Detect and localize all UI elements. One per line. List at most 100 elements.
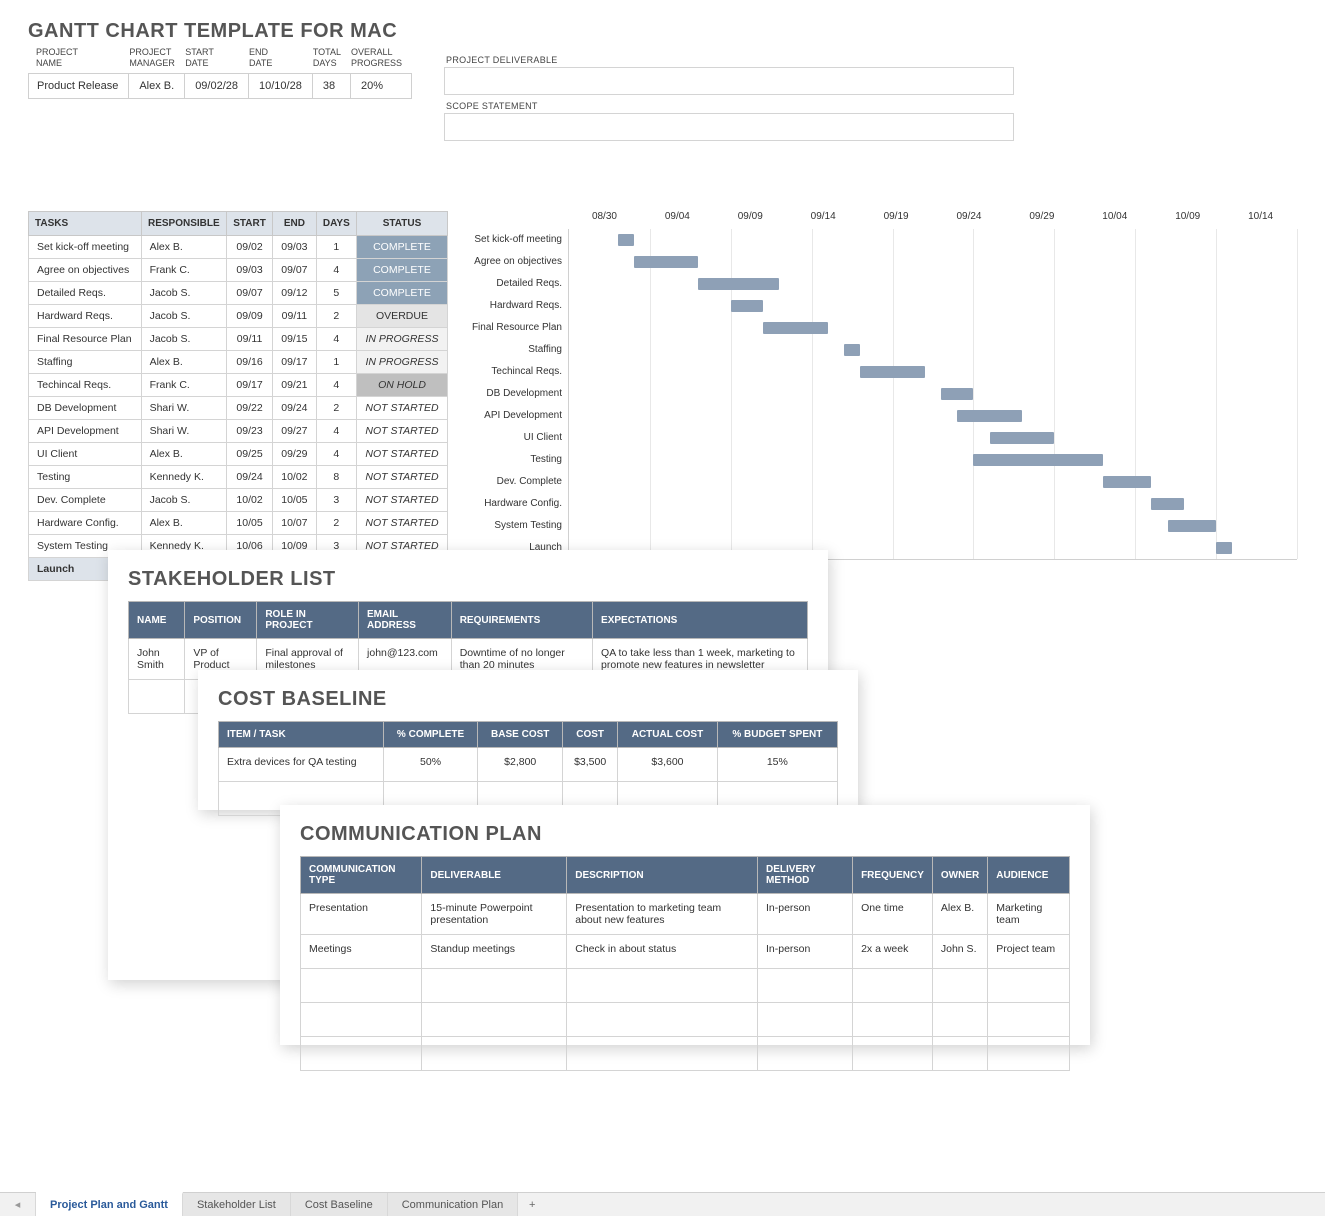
gantt-row-label: Final Resource Plan	[468, 317, 568, 339]
col-header: AUDIENCE	[988, 857, 1070, 894]
table-row[interactable]	[301, 1037, 1070, 1071]
table-row[interactable]: Hardward Reqs.Jacob S.09/0909/112OVERDUE	[29, 305, 448, 328]
cost-card: COST BASELINE ITEM / TASK% COMPLETEBASE …	[198, 670, 858, 810]
gantt-bar	[731, 300, 763, 312]
summary-cell[interactable]: Product Release	[28, 73, 129, 99]
comm-table: COMMUNICATION TYPEDELIVERABLEDESCRIPTION…	[300, 856, 1070, 1071]
col-header: ROLE IN PROJECT	[257, 602, 359, 639]
col-header: DELIVERABLE	[422, 857, 567, 894]
sheet-tabs: ◂ Project Plan and GanttStakeholder List…	[0, 1192, 1325, 1216]
gantt-bar	[990, 432, 1055, 444]
table-row[interactable]: Extra devices for QA testing50%$2,800$3,…	[219, 748, 838, 782]
col-header: DELIVERY METHOD	[758, 857, 853, 894]
col-header: FREQUENCY	[853, 857, 933, 894]
gantt-row	[569, 229, 1297, 251]
table-row[interactable]: Set kick-off meetingAlex B.09/0209/031CO…	[29, 236, 448, 259]
col-header: EXPECTATIONS	[593, 602, 808, 639]
table-row[interactable]: TestingKennedy K.09/2410/028NOT STARTED	[29, 466, 448, 489]
scope-label: SCOPE STATEMENT	[446, 101, 1297, 111]
timeline-tick: 10/09	[1151, 211, 1224, 229]
col-header: ITEM / TASK	[219, 722, 384, 748]
gantt-bar	[1103, 476, 1152, 488]
timeline-tick: 10/14	[1224, 211, 1297, 229]
table-row[interactable]: Techincal Reqs.Frank C.09/1709/214ON HOL…	[29, 374, 448, 397]
task-header: TASKS	[29, 212, 142, 236]
table-row[interactable]: Agree on objectivesFrank C.09/0309/074CO…	[29, 259, 448, 282]
gantt-bar	[957, 410, 1022, 422]
table-row[interactable]	[301, 969, 1070, 1003]
timeline-tick: 09/24	[933, 211, 1006, 229]
comm-title: COMMUNICATION PLAN	[300, 823, 1070, 846]
gantt-bar	[1168, 520, 1217, 532]
gantt-row	[569, 471, 1297, 493]
gantt-row	[569, 317, 1297, 339]
task-header: STATUS	[356, 212, 447, 236]
gantt-bar	[618, 234, 634, 246]
gantt-row-label: Hardware Config.	[468, 493, 568, 515]
cost-title: COST BASELINE	[218, 688, 838, 711]
timeline-tick: 10/04	[1078, 211, 1151, 229]
gantt-row-label: Set kick-off meeting	[468, 229, 568, 251]
add-sheet-button[interactable]: +	[518, 1193, 546, 1216]
table-row[interactable]: MeetingsStandup meetingsCheck in about s…	[301, 935, 1070, 969]
table-row[interactable]: Final Resource PlanJacob S.09/1109/154IN…	[29, 328, 448, 351]
summary-cell[interactable]: Alex B.	[129, 73, 185, 99]
sheet-tab[interactable]: Communication Plan	[388, 1193, 519, 1216]
timeline-tick: 09/04	[641, 211, 714, 229]
task-header: END	[273, 212, 317, 236]
summary-cell[interactable]: 10/10/28	[249, 73, 313, 99]
gantt-row	[569, 427, 1297, 449]
col-header: BASE COST	[478, 722, 563, 748]
col-header: COST	[563, 722, 618, 748]
gantt-row	[569, 405, 1297, 427]
deliverable-input[interactable]	[444, 67, 1014, 95]
gantt-row-label: Agree on objectives	[468, 251, 568, 273]
gantt-bar	[844, 344, 860, 356]
gantt-bar	[698, 278, 779, 290]
summary-cell[interactable]: 09/02/28	[185, 73, 249, 99]
gantt-row	[569, 295, 1297, 317]
col-header: REQUIREMENTS	[451, 602, 592, 639]
gantt-bar	[860, 366, 925, 378]
table-row[interactable]: UI ClientAlex B.09/2509/294NOT STARTED	[29, 443, 448, 466]
sheet-tab[interactable]: Cost Baseline	[291, 1193, 388, 1216]
col-header: POSITION	[185, 602, 257, 639]
gantt-chart: 08/3009/0409/0909/1409/1909/2409/2910/04…	[468, 211, 1297, 581]
summary-header: OVERALLPROGRESS	[351, 49, 412, 73]
col-header: NAME	[129, 602, 185, 639]
scope-input[interactable]	[444, 113, 1014, 141]
summary-header: PROJECTNAME	[28, 49, 129, 73]
col-header: % BUDGET SPENT	[717, 722, 837, 748]
col-header: EMAIL ADDRESS	[359, 602, 452, 639]
gantt-row	[569, 273, 1297, 295]
summary-cell[interactable]: 20%	[351, 73, 412, 99]
task-table: TASKSRESPONSIBLESTARTENDDAYSSTATUSSet ki…	[28, 211, 448, 581]
tab-nav-prev-icon[interactable]: ◂	[0, 1193, 36, 1216]
table-row[interactable]	[301, 1003, 1070, 1037]
gantt-row-label: API Development	[468, 405, 568, 427]
gantt-row	[569, 383, 1297, 405]
col-header: COMMUNICATION TYPE	[301, 857, 422, 894]
table-row[interactable]: Dev. CompleteJacob S.10/0210/053NOT STAR…	[29, 489, 448, 512]
gantt-row-label: DB Development	[468, 383, 568, 405]
timeline-tick: 09/29	[1005, 211, 1078, 229]
col-header: DESCRIPTION	[567, 857, 758, 894]
table-row[interactable]: API DevelopmentShari W.09/2309/274NOT ST…	[29, 420, 448, 443]
sheet-tab[interactable]: Stakeholder List	[183, 1193, 291, 1216]
table-row[interactable]: StaffingAlex B.09/1609/171IN PROGRESS	[29, 351, 448, 374]
col-header: % COMPLETE	[383, 722, 478, 748]
summary-cell[interactable]: 38	[313, 73, 351, 99]
table-row[interactable]: Hardware Config.Alex B.10/0510/072NOT ST…	[29, 512, 448, 535]
comm-card: COMMUNICATION PLAN COMMUNICATION TYPEDEL…	[280, 805, 1090, 1045]
gantt-row-label: Testing	[468, 449, 568, 471]
col-header: OWNER	[932, 857, 987, 894]
summary-header: PROJECTMANAGER	[129, 49, 185, 73]
sheet-tab[interactable]: Project Plan and Gantt	[36, 1192, 183, 1216]
table-row[interactable]: Detailed Reqs.Jacob S.09/0709/125COMPLET…	[29, 282, 448, 305]
table-row[interactable]: DB DevelopmentShari W.09/2209/242NOT STA…	[29, 397, 448, 420]
gantt-row	[569, 515, 1297, 537]
gantt-bar	[763, 322, 828, 334]
col-header: ACTUAL COST	[618, 722, 717, 748]
table-row[interactable]: Presentation15-minute Powerpoint present…	[301, 894, 1070, 935]
gantt-row	[569, 361, 1297, 383]
